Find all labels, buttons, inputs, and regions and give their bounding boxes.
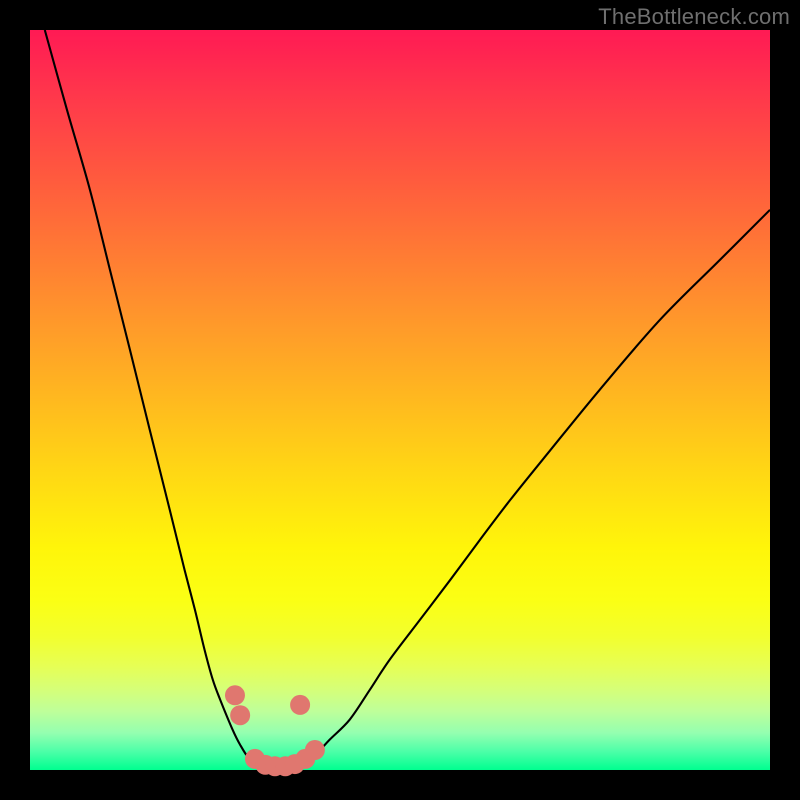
watermark-text: TheBottleneck.com <box>598 4 790 30</box>
marker-point <box>305 740 325 760</box>
marker-point <box>225 685 245 705</box>
chart-stage: TheBottleneck.com <box>0 0 800 800</box>
plot-area <box>30 30 770 770</box>
curve-left <box>45 30 275 770</box>
marker-point <box>290 695 310 715</box>
marker-point <box>230 705 250 725</box>
chart-svg <box>30 30 770 770</box>
markers-group <box>225 685 325 776</box>
curve-right <box>275 210 770 770</box>
